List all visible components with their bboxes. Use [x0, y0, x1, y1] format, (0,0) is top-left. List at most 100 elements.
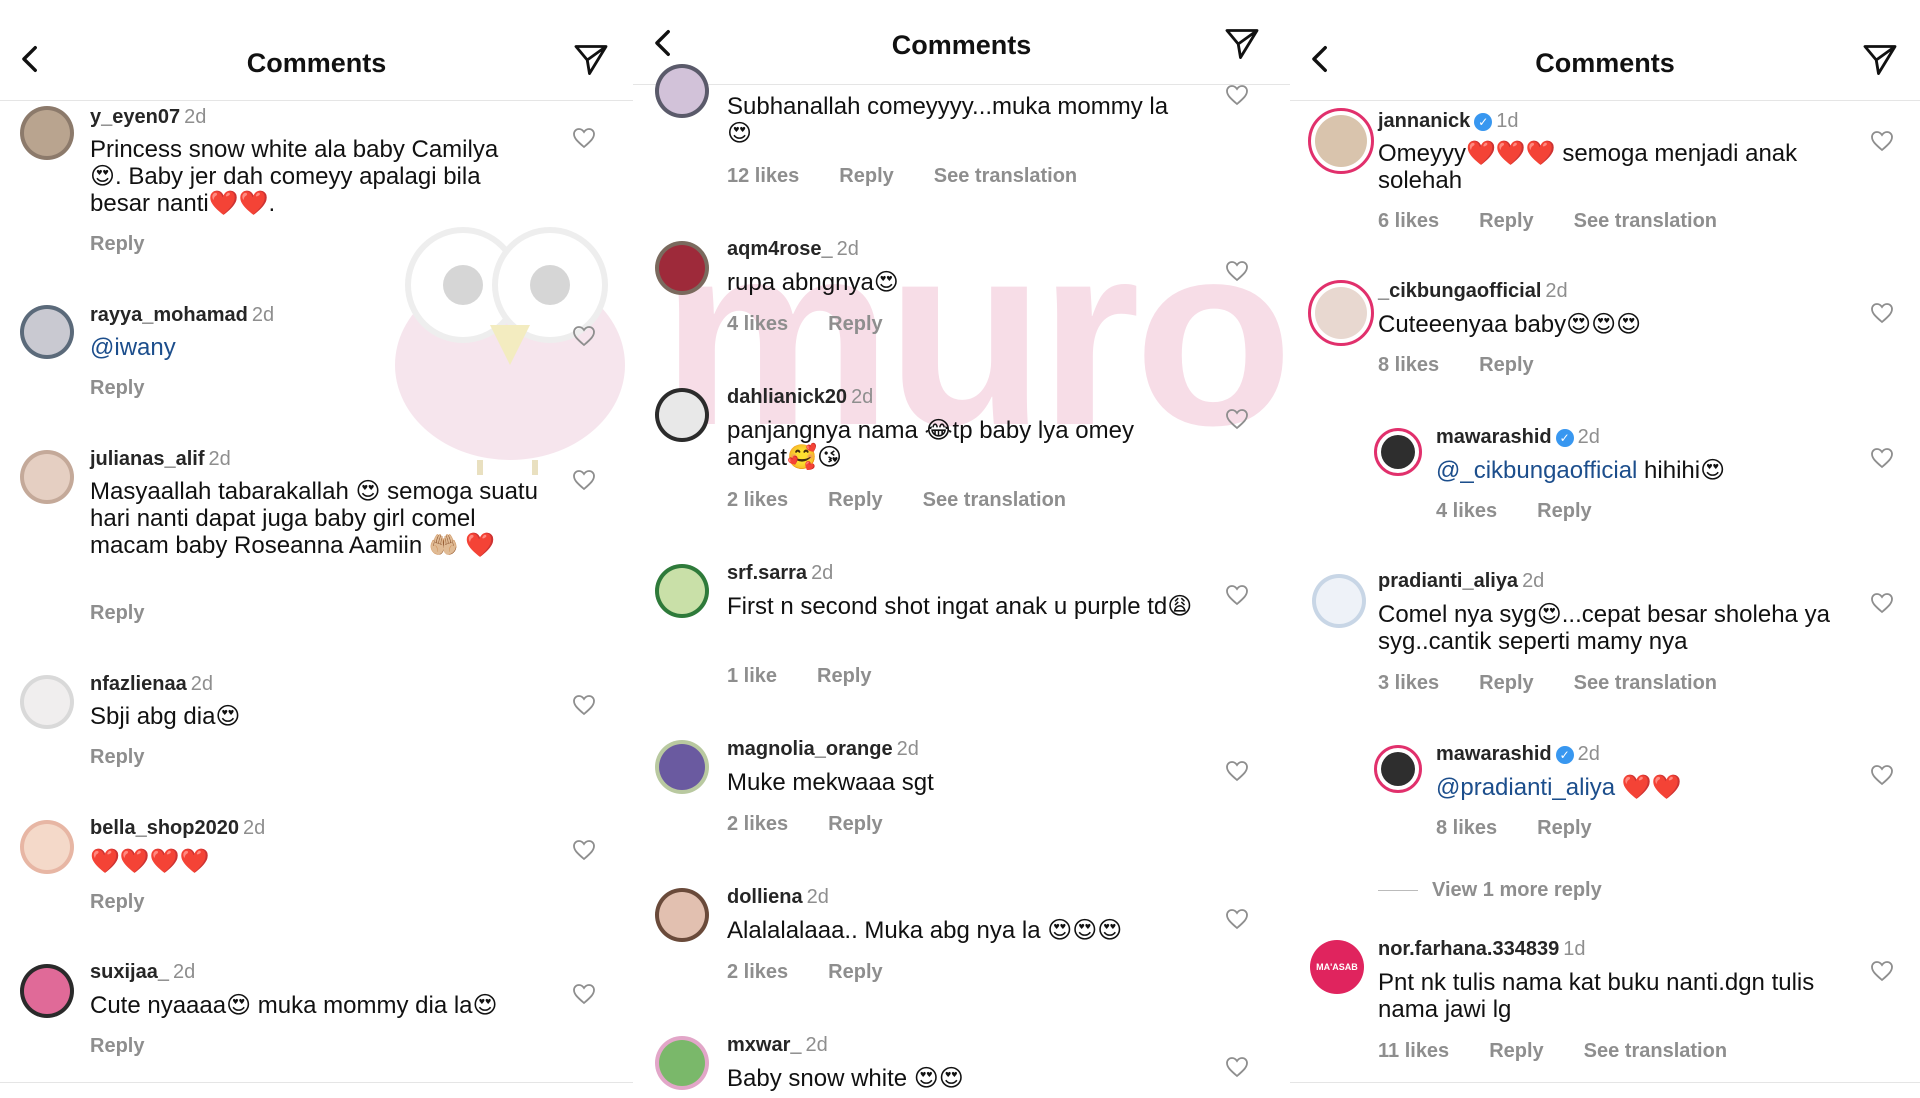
comment-username[interactable]: y_eyen07 2d	[90, 106, 206, 129]
reply-button[interactable]: Reply	[90, 602, 144, 624]
reply-button[interactable]: Reply	[1537, 817, 1591, 839]
avatar[interactable]	[655, 888, 709, 942]
reply-button[interactable]: Reply	[839, 165, 893, 187]
avatar[interactable]	[1308, 108, 1374, 174]
mention-link[interactable]: @_cikbungaofficial	[1436, 457, 1637, 484]
comment-username[interactable]: mawarashid ✓ 2d	[1436, 743, 1600, 766]
avatar[interactable]	[1312, 574, 1366, 628]
reply-button[interactable]: Reply	[1479, 354, 1533, 376]
comment-username[interactable]: bella_shop2020 2d	[90, 817, 265, 840]
like-heart-icon[interactable]	[1870, 447, 1894, 469]
avatar[interactable]	[655, 1036, 709, 1090]
comment-username[interactable]: suxijaa_ 2d	[90, 961, 195, 984]
like-heart-icon[interactable]	[1225, 408, 1249, 430]
likes-count[interactable]: 4 likes	[1436, 500, 1497, 522]
like-heart-icon[interactable]	[1870, 130, 1894, 152]
like-heart-icon[interactable]	[572, 127, 596, 149]
like-heart-icon[interactable]	[1870, 764, 1894, 786]
comment-username[interactable]: pradianti_aliya 2d	[1378, 570, 1544, 593]
avatar[interactable]	[655, 241, 709, 295]
avatar[interactable]	[20, 964, 74, 1018]
like-heart-icon[interactable]	[1225, 760, 1249, 782]
comment-username[interactable]: mawarashid ✓ 2d	[1436, 426, 1600, 449]
like-heart-icon[interactable]	[1225, 1056, 1249, 1078]
reply-button[interactable]: Reply	[828, 489, 882, 511]
comment-username[interactable]: magnolia_orange 2d	[727, 738, 919, 761]
reply-button[interactable]: Reply	[90, 233, 144, 255]
comment-username[interactable]: nor.farhana.334839 1d	[1378, 938, 1585, 961]
likes-count[interactable]: 8 likes	[1436, 817, 1497, 839]
like-heart-icon[interactable]	[1225, 908, 1249, 930]
see-translation-button[interactable]: See translation	[934, 165, 1077, 187]
reply-button[interactable]: Reply	[817, 665, 871, 687]
like-heart-icon[interactable]	[572, 839, 596, 861]
mention-link[interactable]: @iwany	[90, 334, 176, 361]
like-heart-icon[interactable]	[572, 694, 596, 716]
avatar[interactable]	[1374, 428, 1422, 476]
reply-button[interactable]: Reply	[90, 1035, 144, 1057]
likes-count[interactable]: 12 likes	[727, 165, 799, 187]
reply-button[interactable]: Reply	[828, 813, 882, 835]
avatar[interactable]	[655, 64, 709, 118]
avatar[interactable]: MA'ASAB	[1310, 940, 1364, 994]
comment-username[interactable]: dolliena 2d	[727, 886, 829, 909]
like-heart-icon[interactable]	[1870, 592, 1894, 614]
likes-count[interactable]: 8 likes	[1378, 354, 1439, 376]
share-icon[interactable]	[571, 42, 611, 78]
comment-username[interactable]: aqm4rose_ 2d	[727, 238, 859, 261]
like-heart-icon[interactable]	[1870, 960, 1894, 982]
avatar[interactable]	[20, 305, 74, 359]
see-translation-button[interactable]: See translation	[1574, 210, 1717, 232]
avatar[interactable]	[655, 388, 709, 442]
like-heart-icon[interactable]	[572, 983, 596, 1005]
comment-username[interactable]: julianas_alif 2d	[90, 448, 231, 471]
likes-count[interactable]: 3 likes	[1378, 672, 1439, 694]
reply-button[interactable]: Reply	[828, 961, 882, 983]
see-translation-button[interactable]: See translation	[1584, 1040, 1727, 1062]
avatar[interactable]	[20, 450, 74, 504]
comment-username[interactable]: srf.sarra 2d	[727, 562, 833, 585]
view-more-replies-button[interactable]: View 1 more reply	[1378, 879, 1602, 902]
like-heart-icon[interactable]	[1870, 302, 1894, 324]
see-translation-button[interactable]: See translation	[923, 489, 1066, 511]
comment-username[interactable]: nfazlienaa 2d	[90, 673, 213, 696]
likes-count[interactable]: 1 like	[727, 665, 777, 687]
comment-username[interactable]: jannanick ✓ 1d	[1378, 110, 1519, 133]
share-icon[interactable]	[1860, 42, 1900, 78]
reply-button[interactable]: Reply	[90, 891, 144, 913]
avatar[interactable]	[655, 740, 709, 794]
like-heart-icon[interactable]	[1225, 584, 1249, 606]
avatar[interactable]	[1374, 745, 1422, 793]
reply-button[interactable]: Reply	[90, 746, 144, 768]
see-translation-button[interactable]: See translation	[1574, 672, 1717, 694]
comment-username[interactable]: dahlianick20 2d	[727, 386, 873, 409]
likes-count[interactable]: 4 likes	[727, 313, 788, 335]
avatar[interactable]	[20, 675, 74, 729]
likes-count[interactable]: 11 likes	[1378, 1040, 1449, 1062]
avatar[interactable]	[20, 106, 74, 160]
avatar[interactable]	[1308, 280, 1374, 346]
like-heart-icon[interactable]	[572, 469, 596, 491]
likes-count[interactable]: 2 likes	[727, 961, 788, 983]
comment-username[interactable]: rayya_mohamad 2d	[90, 304, 274, 327]
reply-button[interactable]: Reply	[1479, 210, 1533, 232]
avatar[interactable]	[20, 820, 74, 874]
reply-button[interactable]: Reply	[828, 313, 882, 335]
mention-link[interactable]: @pradianti_aliya	[1436, 774, 1615, 801]
share-icon[interactable]	[1222, 26, 1262, 62]
likes-count[interactable]: 2 likes	[727, 489, 788, 511]
likes-count[interactable]: 2 likes	[727, 813, 788, 835]
likes-count[interactable]: 6 likes	[1378, 210, 1439, 232]
reply-button[interactable]: Reply	[90, 377, 144, 399]
like-heart-icon[interactable]	[572, 325, 596, 347]
reply-button[interactable]: Reply	[1537, 500, 1591, 522]
comment-username[interactable]: _cikbungaofficial 2d	[1378, 280, 1568, 303]
reply-button[interactable]: Reply	[1479, 672, 1533, 694]
page-title: Comments	[246, 48, 387, 78]
comment-text: Princess snow white ala baby Camilya 😍. …	[90, 136, 499, 217]
comment-username[interactable]: mxwar_ 2d	[727, 1034, 828, 1057]
avatar[interactable]	[655, 564, 709, 618]
like-heart-icon[interactable]	[1225, 84, 1249, 106]
like-heart-icon[interactable]	[1225, 260, 1249, 282]
reply-button[interactable]: Reply	[1489, 1040, 1543, 1062]
